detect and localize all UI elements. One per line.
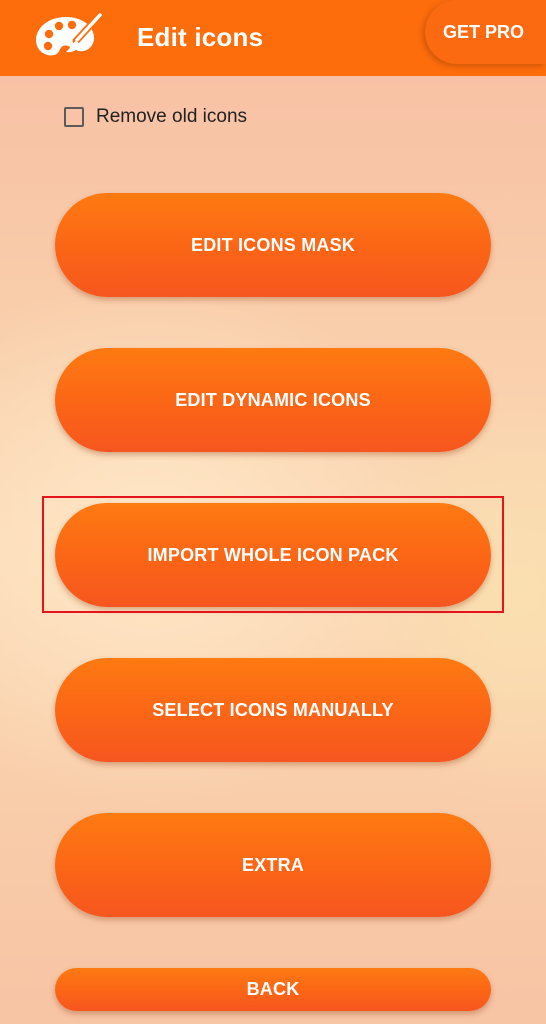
app-bar: Edit icons GET PRO: [0, 0, 546, 76]
edit-dynamic-icons-button[interactable]: EDIT DYNAMIC ICONS: [55, 348, 491, 452]
extra-button[interactable]: EXTRA: [55, 813, 491, 917]
palette-icon: [36, 11, 104, 56]
page-title: Edit icons: [137, 22, 264, 52]
import-whole-icon-pack-button[interactable]: IMPORT WHOLE ICON PACK: [55, 503, 491, 607]
remove-old-icons-option[interactable]: Remove old icons: [64, 106, 247, 128]
select-icons-manually-button[interactable]: SELECT ICONS MANUALLY: [55, 658, 491, 762]
remove-old-icons-label: Remove old icons: [96, 106, 248, 127]
back-button[interactable]: BACK: [55, 968, 491, 1011]
edit-icons-mask-button[interactable]: EDIT ICONS MASK: [55, 193, 491, 297]
get-pro-button[interactable]: GET PRO: [425, 0, 546, 64]
remove-old-icons-checkbox[interactable]: [64, 107, 84, 127]
